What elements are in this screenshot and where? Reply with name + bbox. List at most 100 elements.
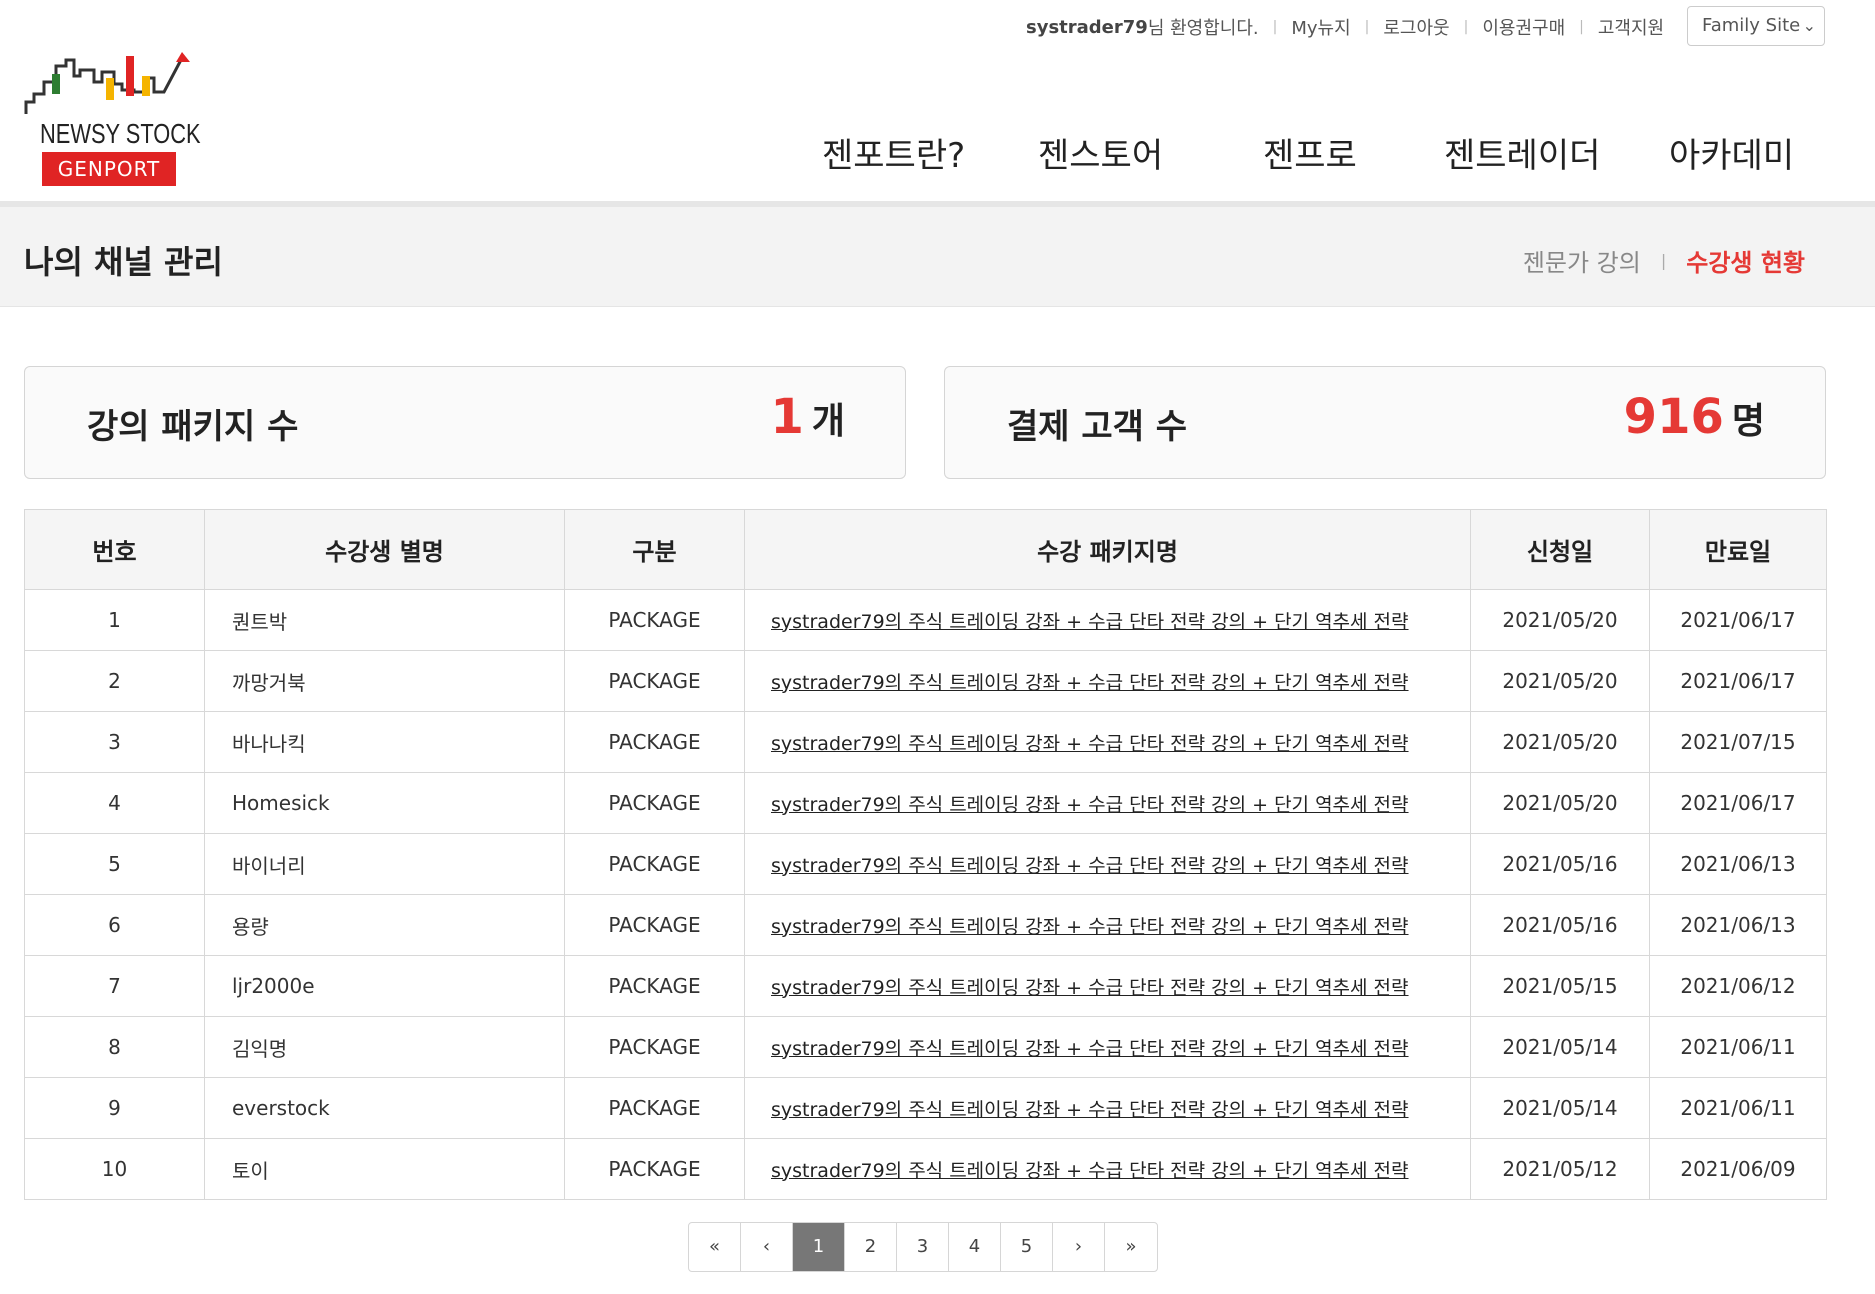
cell-type: PACKAGE bbox=[564, 1138, 745, 1200]
package-link[interactable]: systrader79의 주식 트레이딩 강좌 + 수급 단타 전략 강의 + … bbox=[771, 672, 1409, 694]
cell-end-date: 2021/06/11 bbox=[1649, 1016, 1827, 1078]
package-link[interactable]: systrader79의 주식 트레이딩 강좌 + 수급 단타 전략 강의 + … bbox=[771, 794, 1409, 816]
divider: | bbox=[1364, 19, 1370, 35]
chevron-down-icon: ⌄ bbox=[1802, 16, 1816, 35]
cell-end-date: 2021/06/13 bbox=[1649, 894, 1827, 956]
stat-value: 916 bbox=[1623, 389, 1724, 445]
divider: | bbox=[1272, 19, 1278, 35]
cell-type: PACKAGE bbox=[564, 1077, 745, 1139]
package-link[interactable]: systrader79의 주식 트레이딩 강좌 + 수급 단타 전략 강의 + … bbox=[771, 977, 1409, 999]
cell-end-date: 2021/07/15 bbox=[1649, 711, 1827, 773]
cell-start-date: 2021/05/20 bbox=[1470, 711, 1650, 773]
first-page-button[interactable]: « bbox=[689, 1223, 741, 1271]
main-nav: 젠포트란? 젠스토어 젠프로 젠트레이더 아카데미 bbox=[0, 128, 1875, 178]
cell-type: PACKAGE bbox=[564, 894, 745, 956]
table-row: 3 바나나킥 PACKAGE systrader79의 주식 트레이딩 강좌 + 수급… bbox=[24, 711, 1827, 773]
column-header-type: 구분 bbox=[564, 509, 745, 590]
stat-card-packages: 강의 패키지 수 1 개 bbox=[24, 366, 906, 479]
cell-package: systrader79의 주식 트레이딩 강좌 + 수급 단타 전략 강의 + … bbox=[744, 711, 1471, 773]
nav-item-genpro[interactable]: 젠프로 bbox=[1263, 128, 1357, 177]
last-page-button[interactable]: » bbox=[1105, 1223, 1157, 1271]
cell-start-date: 2021/05/16 bbox=[1470, 894, 1650, 956]
column-header-package: 수강 패키지명 bbox=[744, 509, 1471, 590]
cell-start-date: 2021/05/16 bbox=[1470, 833, 1650, 895]
package-link[interactable]: systrader79의 주식 트레이딩 강좌 + 수급 단타 전략 강의 + … bbox=[771, 611, 1409, 633]
cell-number: 6 bbox=[24, 894, 205, 956]
package-link[interactable]: systrader79의 주식 트레이딩 강좌 + 수급 단타 전략 강의 + … bbox=[771, 1099, 1409, 1121]
table-row: 1 퀀트박 PACKAGE systrader79의 주식 트레이딩 강좌 + 수급 … bbox=[24, 589, 1827, 651]
cell-nickname: 바나나킥 bbox=[204, 711, 565, 773]
table-row: 2 까망거북 PACKAGE systrader79의 주식 트레이딩 강좌 + 수급… bbox=[24, 650, 1827, 712]
cell-number: 7 bbox=[24, 955, 205, 1017]
tab-expert-lecture[interactable]: 젠문가 강의 bbox=[1523, 243, 1641, 278]
logo-chart-icon bbox=[24, 52, 190, 114]
cell-type: PACKAGE bbox=[564, 650, 745, 712]
cell-nickname: 퀀트박 bbox=[204, 589, 565, 651]
divider: | bbox=[1660, 251, 1667, 270]
page-button-2[interactable]: 2 bbox=[845, 1223, 897, 1271]
cell-nickname: ljr2000e bbox=[204, 955, 565, 1017]
cell-start-date: 2021/05/20 bbox=[1470, 589, 1650, 651]
cell-package: systrader79의 주식 트레이딩 강좌 + 수급 단타 전략 강의 + … bbox=[744, 772, 1471, 834]
stats-section: 강의 패키지 수 1 개 결제 고객 수 916 명 bbox=[24, 366, 1826, 479]
cell-nickname: 용량 bbox=[204, 894, 565, 956]
nav-item-genport-about[interactable]: 젠포트란? bbox=[822, 128, 965, 177]
page-subheader: 나의 채널 관리 젠문가 강의 | 수강생 현황 bbox=[0, 207, 1875, 307]
cell-end-date: 2021/06/11 bbox=[1649, 1077, 1827, 1139]
cell-number: 8 bbox=[24, 1016, 205, 1078]
prev-page-button[interactable]: ‹ bbox=[741, 1223, 793, 1271]
cell-package: systrader79의 주식 트레이딩 강좌 + 수급 단타 전략 강의 + … bbox=[744, 650, 1471, 712]
cell-start-date: 2021/05/20 bbox=[1470, 650, 1650, 712]
package-link[interactable]: systrader79의 주식 트레이딩 강좌 + 수급 단타 전략 강의 + … bbox=[771, 1038, 1409, 1060]
package-link[interactable]: systrader79의 주식 트레이딩 강좌 + 수급 단타 전략 강의 + … bbox=[771, 855, 1409, 877]
package-link[interactable]: systrader79의 주식 트레이딩 강좌 + 수급 단타 전략 강의 + … bbox=[771, 733, 1409, 755]
cell-package: systrader79의 주식 트레이딩 강좌 + 수급 단타 전략 강의 + … bbox=[744, 833, 1471, 895]
username: systrader79 bbox=[1026, 16, 1148, 38]
link-purchase-pass[interactable]: 이용권구매 bbox=[1482, 14, 1565, 40]
family-site-select[interactable]: Family Site ⌄ bbox=[1687, 6, 1825, 46]
cell-package: systrader79의 주식 트레이딩 강좌 + 수급 단타 전략 강의 + … bbox=[744, 1016, 1471, 1078]
divider: | bbox=[1579, 19, 1584, 35]
divider: | bbox=[1463, 19, 1469, 35]
cell-package: systrader79의 주식 트레이딩 강좌 + 수급 단타 전략 강의 + … bbox=[744, 894, 1471, 956]
package-link[interactable]: systrader79의 주식 트레이딩 강좌 + 수급 단타 전략 강의 + … bbox=[771, 1160, 1409, 1182]
page-button-3[interactable]: 3 bbox=[897, 1223, 949, 1271]
cell-nickname: 까망거북 bbox=[204, 650, 565, 712]
cell-start-date: 2021/05/15 bbox=[1470, 955, 1650, 1017]
table-row: 8 김익명 PACKAGE systrader79의 주식 트레이딩 강좌 + 수급 … bbox=[24, 1016, 1827, 1078]
column-header-number: 번호 bbox=[24, 509, 205, 590]
cell-end-date: 2021/06/17 bbox=[1649, 650, 1827, 712]
subheader-tabs: 젠문가 강의 | 수강생 현황 bbox=[1523, 243, 1805, 278]
cell-nickname: 김익명 bbox=[204, 1016, 565, 1078]
link-customer-support[interactable]: 고객지원 bbox=[1598, 14, 1664, 40]
cell-start-date: 2021/05/12 bbox=[1470, 1138, 1650, 1200]
cell-start-date: 2021/05/14 bbox=[1470, 1016, 1650, 1078]
nav-item-genstore[interactable]: 젠스토어 bbox=[1038, 128, 1163, 177]
package-link[interactable]: systrader79의 주식 트레이딩 강좌 + 수급 단타 전략 강의 + … bbox=[771, 916, 1409, 938]
nav-item-academy[interactable]: 아카데미 bbox=[1669, 128, 1794, 177]
column-header-nickname: 수강생 별명 bbox=[204, 509, 565, 590]
tab-student-status[interactable]: 수강생 현황 bbox=[1686, 243, 1805, 278]
cell-number: 3 bbox=[24, 711, 205, 773]
cell-type: PACKAGE bbox=[564, 772, 745, 834]
link-logout[interactable]: 로그아웃 bbox=[1383, 14, 1449, 40]
next-page-button[interactable]: › bbox=[1053, 1223, 1105, 1271]
stat-card-customers: 결제 고객 수 916 명 bbox=[944, 366, 1826, 479]
cell-type: PACKAGE bbox=[564, 955, 745, 1017]
table-row: 6 용량 PACKAGE systrader79의 주식 트레이딩 강좌 + 수급 단… bbox=[24, 894, 1827, 956]
cell-number: 5 bbox=[24, 833, 205, 895]
table-row: 4 Homesick PACKAGE systrader79의 주식 트레이딩 강좌 … bbox=[24, 772, 1827, 834]
page-button-5[interactable]: 5 bbox=[1001, 1223, 1053, 1271]
table-row: 7 ljr2000e PACKAGE systrader79의 주식 트레이딩 강좌 … bbox=[24, 955, 1827, 1017]
family-site-label: Family Site bbox=[1702, 15, 1801, 36]
table-row: 10 토이 PACKAGE systrader79의 주식 트레이딩 강좌 + 수급 … bbox=[24, 1138, 1827, 1200]
page-title: 나의 채널 관리 bbox=[24, 243, 223, 281]
page-button-1[interactable]: 1 bbox=[793, 1223, 845, 1271]
stat-unit: 명 bbox=[1731, 401, 1765, 442]
cell-number: 1 bbox=[24, 589, 205, 651]
page-button-4[interactable]: 4 bbox=[949, 1223, 1001, 1271]
cell-package: systrader79의 주식 트레이딩 강좌 + 수급 단타 전략 강의 + … bbox=[744, 1077, 1471, 1139]
nav-item-gentrader[interactable]: 젠트레이더 bbox=[1444, 128, 1600, 177]
link-my-newsy[interactable]: My뉴지 bbox=[1291, 14, 1350, 40]
cell-type: PACKAGE bbox=[564, 711, 745, 773]
